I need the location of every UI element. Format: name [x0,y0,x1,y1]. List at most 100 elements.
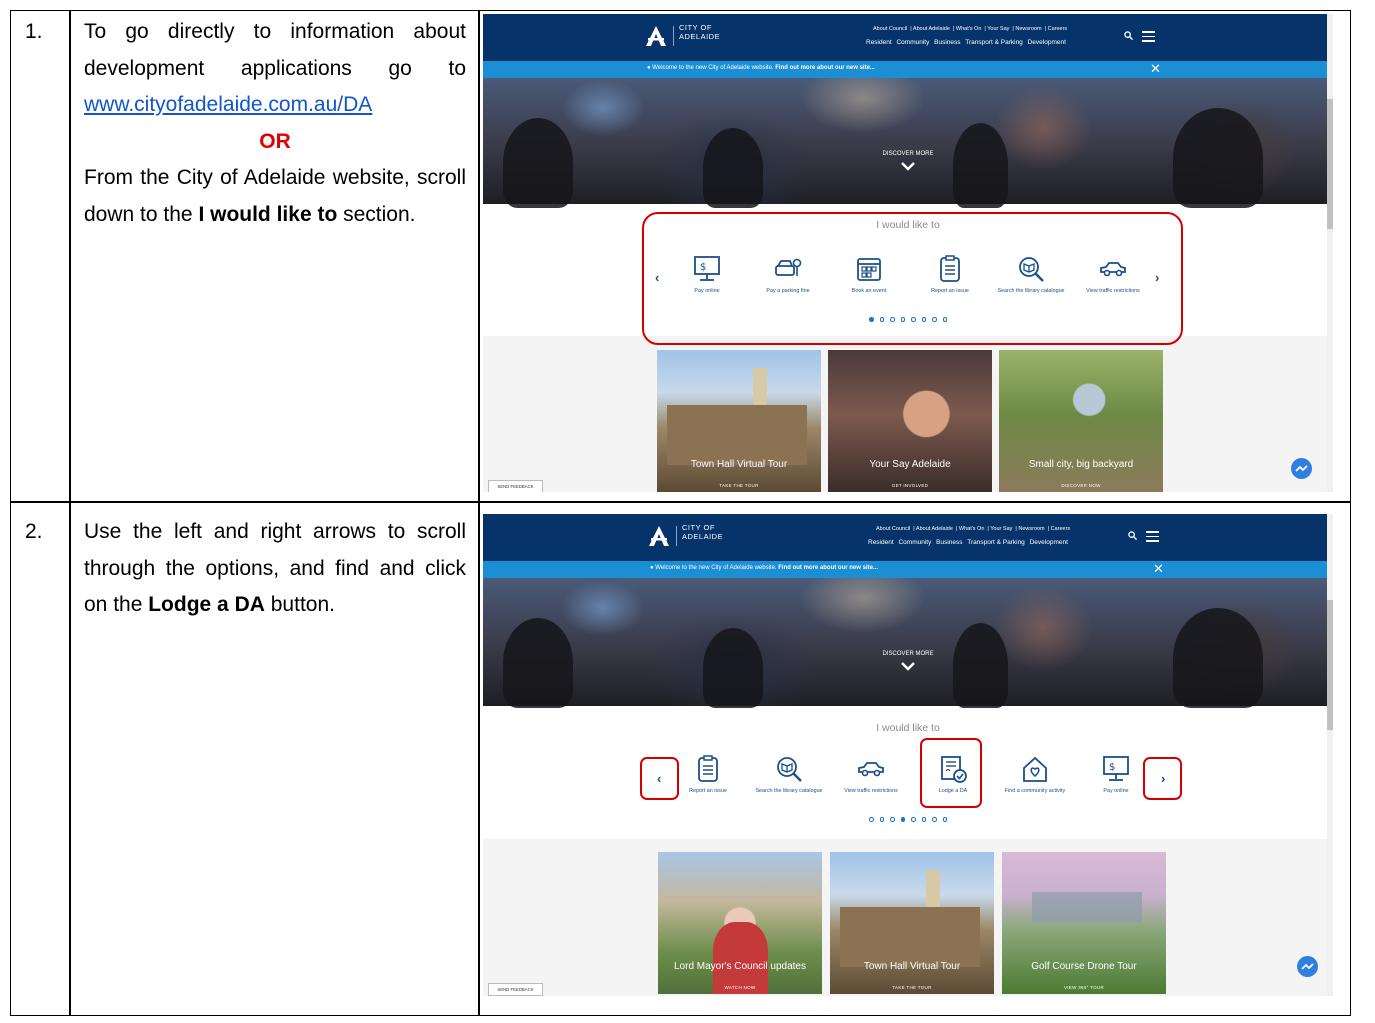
row-divider [11,501,1350,503]
scrollbar-thumb[interactable] [1327,600,1333,730]
hero-image: DISCOVER MORE [483,78,1333,208]
quick-link-library-search[interactable]: Search the library catalogue [754,754,824,795]
search-icon[interactable] [1128,531,1137,540]
community-house-icon [1023,756,1047,782]
menu-icon[interactable] [1142,31,1155,42]
scrollbar[interactable] [1327,514,1333,996]
carousel-dot[interactable] [869,817,874,822]
scrollbar[interactable] [1327,14,1333,492]
nav-careers[interactable]: Careers [1048,26,1068,32]
website-screenshot-2: CITY OF ADELAIDE About Council | About Ade… [483,514,1333,996]
quick-link-community-activity[interactable]: Find a community activity [1000,754,1070,795]
carousel-dot[interactable] [921,817,926,822]
library-search-icon [777,757,802,782]
nav-development[interactable]: Development [1030,539,1068,546]
nav-your-say[interactable]: Your Say [990,526,1012,532]
welcome-banner: ● Welcome to the new City of Adelaide we… [483,561,1333,578]
site-header: CITY OF ADELAIDE About Council | About Ade… [483,514,1333,561]
discover-more-label[interactable]: DISCOVER MORE [483,151,1333,157]
logo-text: CITY OF ADELAIDE [682,523,724,541]
quick-link-traffic[interactable]: View traffic restrictions [836,754,906,795]
carousel-dot[interactable] [890,817,895,822]
logo-text: CITY OF ADELAIDE [679,23,721,41]
send-feedback-button[interactable]: SEND FEEDBACK [488,983,543,996]
or-label: OR [259,129,291,153]
nav-about-adelaide[interactable]: About Adelaide [913,26,950,32]
nav-business[interactable]: Business [934,39,960,46]
feature-tile[interactable]: Golf Course Drone Tour VIEW 360° TOUR [1002,852,1166,994]
car-icon [858,762,884,777]
site-header: CITY OF ADELAIDE About Council | About Ade… [483,14,1333,61]
banner-link[interactable]: Find out more about our new site... [775,65,875,71]
quick-link-report-issue[interactable]: Report an issue [673,754,743,795]
carousel-dot[interactable] [932,817,937,822]
feature-tile[interactable]: Small city, big backyard DISCOVER NOW [999,350,1163,492]
hero-image: DISCOVER MORE [483,578,1333,708]
body-text: From the City of Adelaide website, scrol… [84,166,466,226]
main-nav: Resident Community Business Transport & … [866,39,1069,46]
nav-newsroom[interactable]: Newsroom [1015,26,1041,32]
nav-about-council[interactable]: About Council [876,526,910,532]
adelaide-logo-icon [646,26,666,46]
feature-tile[interactable]: Town Hall Virtual Tour TAKE THE TOUR [830,852,994,994]
feature-tile[interactable]: Town Hall Virtual Tour TAKE THE TOUR [657,350,821,492]
chevron-down-icon[interactable] [901,662,915,671]
clipboard-icon [698,755,718,782]
nav-transport[interactable]: Transport & Parking [967,539,1025,546]
carousel-dot[interactable] [942,817,947,822]
nav-about-adelaide[interactable]: About Adelaide [916,526,953,532]
discover-more-label[interactable]: DISCOVER MORE [483,651,1333,657]
quick-link-pay-online[interactable]: $ Pay online [1081,754,1151,795]
carousel-dot[interactable] [879,817,884,822]
carousel-dot[interactable] [911,817,916,822]
feature-tile[interactable]: Lord Mayor's Council updates WATCH NOW [658,852,822,994]
nav-whats-on[interactable]: What's On [956,26,982,32]
highlight-box [1143,757,1182,800]
close-icon[interactable]: ✕ [1153,562,1164,576]
intro-text: To go directly to information about deve… [84,20,466,116]
nav-development[interactable]: Development [1028,39,1066,46]
nav-your-say[interactable]: Your Say [987,26,1009,32]
nav-transport[interactable]: Transport & Parking [965,39,1023,46]
highlight-box [642,212,1183,345]
messenger-icon[interactable] [1297,956,1318,977]
menu-icon[interactable] [1146,531,1159,542]
utility-nav: About Council | About Adelaide | What's On… [876,526,1071,532]
highlight-box [640,757,679,800]
step-number: 2. [25,520,43,543]
highlight-box [920,738,982,808]
nav-community[interactable]: Community [898,539,931,546]
da-link[interactable]: www.cityofadelaide.com.au/DA [84,93,372,116]
chevron-down-icon[interactable] [901,162,915,171]
utility-nav: About Council | About Adelaide | What's On… [873,26,1068,32]
feature-section: Town Hall Virtual Tour TAKE THE TOUR You… [483,336,1333,492]
pay-online-icon: $ [1103,756,1129,781]
column-divider [69,11,71,1015]
nav-resident[interactable]: Resident [866,39,892,46]
column-divider [478,11,480,1015]
nav-whats-on[interactable]: What's On [959,526,985,532]
nav-community[interactable]: Community [896,39,929,46]
nav-business[interactable]: Business [936,539,962,546]
carousel-dot[interactable] [900,817,905,822]
search-icon[interactable] [1124,31,1133,40]
scrollbar-thumb[interactable] [1327,99,1333,229]
banner-link[interactable]: Find out more about our new site... [778,565,878,571]
nav-resident[interactable]: Resident [868,539,894,546]
nav-careers[interactable]: Careers [1051,526,1071,532]
nav-about-council[interactable]: About Council [873,26,907,32]
close-icon[interactable]: ✕ [1150,62,1161,76]
send-feedback-button[interactable]: SEND FEEDBACK [488,480,543,492]
carousel-dots [483,817,1333,822]
nav-newsroom[interactable]: Newsroom [1018,526,1044,532]
step-instructions: To go directly to information about deve… [84,14,466,233]
welcome-banner: ● Welcome to the new City of Adelaide we… [483,61,1333,78]
step-instructions: Use the left and right arrows to scroll … [84,514,466,624]
adelaide-logo-icon [649,526,669,546]
i-would-like-to-heading: I would like to [876,722,940,734]
messenger-icon[interactable] [1291,458,1312,479]
feature-tile[interactable]: Your Say Adelaide GET INVOLVED [828,350,992,492]
website-screenshot-1: CITY OF ADELAIDE About Council | About Ade… [483,14,1333,492]
feature-section: Lord Mayor's Council updates WATCH NOW T… [483,839,1333,996]
step-number: 1. [25,20,43,43]
